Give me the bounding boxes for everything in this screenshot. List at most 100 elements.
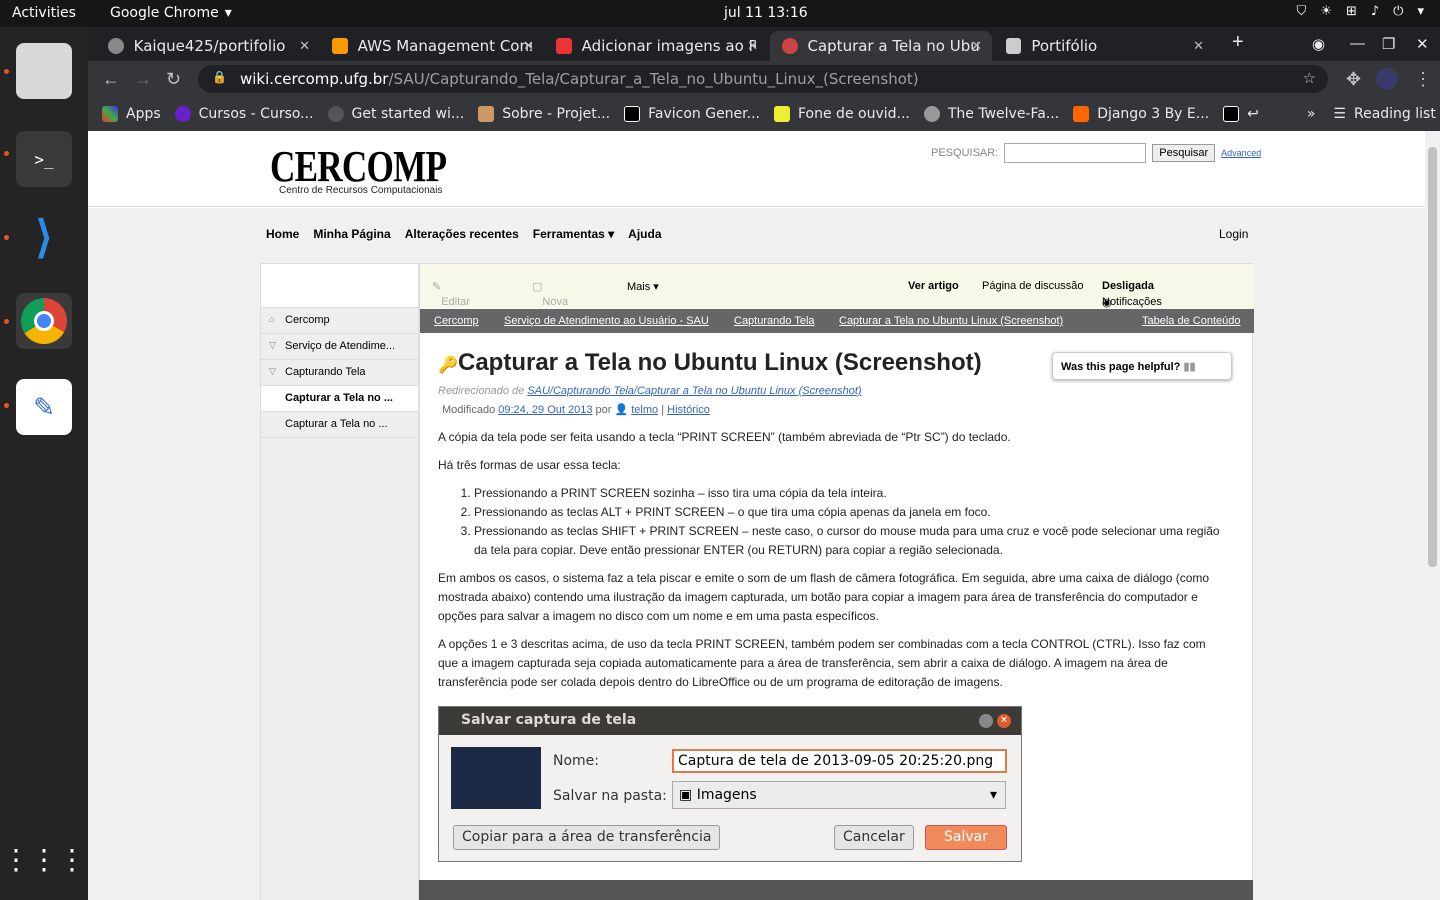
aws-icon	[332, 38, 348, 54]
extensions-icon[interactable]: ✥	[1346, 69, 1361, 90]
crumb-capturando[interactable]: Capturando Tela	[734, 315, 815, 327]
sidebar-item-capturando[interactable]: ▽ Capturando Tela	[261, 360, 418, 386]
close-icon[interactable]: ✕	[523, 39, 534, 54]
edit-page-button[interactable]: ✎ Editar página	[432, 280, 474, 320]
close-icon[interactable]: ✕	[747, 39, 758, 54]
forward-icon[interactable]: →	[134, 69, 152, 90]
bookmark-fone[interactable]: Fone de ouvid...	[774, 106, 910, 122]
menu-ferramentas[interactable]: Ferramentas ▾	[533, 227, 614, 241]
activities-button[interactable]: Activities	[12, 5, 76, 21]
bookmark-twelve[interactable]: The Twelve-Fa...	[923, 106, 1059, 122]
t-icon	[1223, 106, 1240, 122]
dialog-title: Salvar captura de tela	[439, 707, 1021, 735]
more-button[interactable]: Mais ▾	[627, 280, 659, 293]
history-link[interactable]: Histórico	[667, 404, 710, 416]
menu-minha-pagina[interactable]: Minha Página	[313, 227, 390, 241]
address-bar[interactable]: 🔒 wiki.cercomp.ufg.br/SAU/Capturando_Tela…	[198, 65, 1328, 93]
sidebar-item-sau[interactable]: ▽ Serviço de Atendime...	[261, 334, 418, 360]
bookmark-sobre[interactable]: Sobre - Projet...	[478, 106, 610, 122]
menu-ajuda[interactable]: Ajuda	[628, 227, 661, 241]
star-icon[interactable]: ☆	[1303, 69, 1316, 87]
close-icon[interactable]: ✕	[1193, 39, 1204, 54]
folder-select: ▣ Imagens ▾	[672, 781, 1006, 809]
system-tray[interactable]: ⛉ ☀ ⊞ ♪ ⏻ ▾	[1297, 4, 1424, 19]
list-item: Pressionando as teclas ALT + PRINT SCREE…	[474, 503, 1228, 522]
globe-icon	[923, 106, 940, 122]
reading-list-button[interactable]: ☰ Reading list	[1333, 106, 1435, 122]
close-icon: ✕	[997, 714, 1011, 728]
menu-alteracoes[interactable]: Alterações recentes	[405, 227, 519, 241]
bookmark-favicon[interactable]: Favicon Gener...	[624, 106, 760, 122]
back-icon[interactable]: ←	[102, 69, 120, 90]
discussion-link[interactable]: Página de discussão	[982, 280, 1084, 292]
user-icon: 👤	[614, 404, 632, 416]
dialog-screenshot: Salvar captura de tela ✕ Nome: Captura d…	[438, 706, 1022, 862]
redirect-link[interactable]: SAU/Capturando Tela/Capturar a Tela no U…	[527, 385, 861, 397]
crumb-current[interactable]: Capturar a Tela no Ubuntu Linux (Screens…	[839, 315, 1063, 327]
new-tab-icon[interactable]: +	[1232, 31, 1244, 54]
list-item: Pressionando as teclas SHIFT + PRINT SCR…	[474, 522, 1228, 560]
mod-date-link[interactable]: 09:24, 29 Out 2013	[498, 404, 592, 416]
notifications-button[interactable]: ◉ Notificações Desligada	[1102, 280, 1162, 309]
tab-title: AWS Management Cons	[357, 37, 532, 55]
bookmark-django[interactable]: Django 3 By E...	[1073, 106, 1209, 122]
more-menu-icon[interactable]: ⋮	[1414, 69, 1432, 90]
clock[interactable]: jul 11 13:16	[724, 5, 808, 21]
running-indicator	[4, 319, 9, 324]
reading-list-icon: ☰	[1333, 106, 1346, 122]
bookmark-get-started[interactable]: Get started wi...	[327, 106, 465, 122]
site-header: CERCOMP Centro de Recursos Computacionai…	[88, 131, 1425, 207]
tab-github[interactable]: Kaique425/portifolio ✕	[96, 31, 320, 61]
chrome-icon[interactable]	[16, 293, 72, 349]
running-indicator	[4, 403, 9, 408]
files-icon[interactable]	[16, 43, 72, 99]
scrollbar[interactable]	[1425, 131, 1440, 900]
bookmark-apps[interactable]: Apps	[102, 106, 161, 122]
crumb-sau[interactable]: Serviço de Atendimento ao Usuário - SAU	[504, 315, 709, 327]
sidebar-label: Capturando Tela	[285, 366, 366, 378]
tab-portifolio[interactable]: Portifólio ✕	[994, 31, 1214, 61]
search-button[interactable]: Pesquisar	[1152, 144, 1216, 162]
url-host: wiki.cercomp.ufg.br	[240, 70, 389, 88]
app-menu[interactable]: Google Chrome ▾	[110, 5, 232, 21]
show-apps-icon[interactable]: ⋮⋮⋮	[2, 831, 86, 887]
sidebar-item-current[interactable]: Capturar a Tela no ...	[261, 386, 418, 412]
avatar[interactable]	[1376, 68, 1398, 90]
more-bookmarks-icon[interactable]: »	[1307, 106, 1316, 122]
minimize-icon[interactable]: —	[1350, 35, 1365, 52]
copy-button: Copiar para a área de transferência	[453, 825, 721, 850]
terminal-icon[interactable]: >_	[16, 131, 72, 187]
crumb-cercomp[interactable]: Cercomp	[434, 315, 479, 327]
reload-icon[interactable]: ↻	[166, 69, 181, 90]
bookmark-cursos[interactable]: Cursos - Curso...	[174, 106, 314, 122]
maximize-icon[interactable]: ❐	[1382, 35, 1395, 53]
tab-aws[interactable]: AWS Management Cons ✕	[320, 31, 544, 61]
cursos-icon	[174, 106, 191, 122]
chevron-down-icon: ▾	[989, 787, 997, 803]
close-window-icon[interactable]: ✕	[1416, 35, 1429, 53]
text-editor-icon[interactable]: ✎	[16, 379, 72, 435]
close-icon[interactable]: ✕	[299, 39, 310, 54]
advanced-search-link[interactable]: Advanced	[1221, 148, 1261, 158]
usage-list: Pressionando a PRINT SCREEN sozinha – is…	[474, 484, 1228, 560]
bookmark-label: Cursos - Curso...	[198, 106, 314, 122]
sidebar-item-other[interactable]: Capturar a Tela no ...	[261, 412, 418, 438]
bookmark-label: Apps	[126, 106, 161, 122]
bookmark-label: Get started wi...	[351, 106, 465, 122]
tab-qa[interactable]: Adicionar imagens ao R ✕	[544, 31, 768, 61]
view-article-link[interactable]: Ver artigo	[908, 280, 959, 292]
search-input[interactable]	[1004, 143, 1147, 163]
toc-link[interactable]: Tabela de Conteúdo	[1142, 315, 1240, 327]
user-link[interactable]: telmo	[631, 404, 658, 416]
scrollbar-thumb[interactable]	[1428, 147, 1437, 567]
tab-capturar[interactable]: Capturar a Tela no Ubun ✕	[770, 31, 992, 61]
menu-home[interactable]: Home	[266, 227, 299, 241]
close-icon[interactable]: ✕	[971, 39, 982, 54]
vscode-icon[interactable]: ⟩	[16, 209, 72, 265]
modified-line: Modificado 09:24, 29 Out 2013 por 👤 telm…	[442, 404, 710, 416]
bookmark-t[interactable]: ↩	[1223, 106, 1259, 122]
login-link[interactable]: Login	[1219, 227, 1248, 241]
new-page-button[interactable]: ▢ Nova página	[532, 280, 575, 320]
tab-search-icon[interactable]: ◉	[1312, 35, 1325, 53]
sidebar-item-cercomp[interactable]: ⌂ Cercomp	[261, 308, 418, 334]
